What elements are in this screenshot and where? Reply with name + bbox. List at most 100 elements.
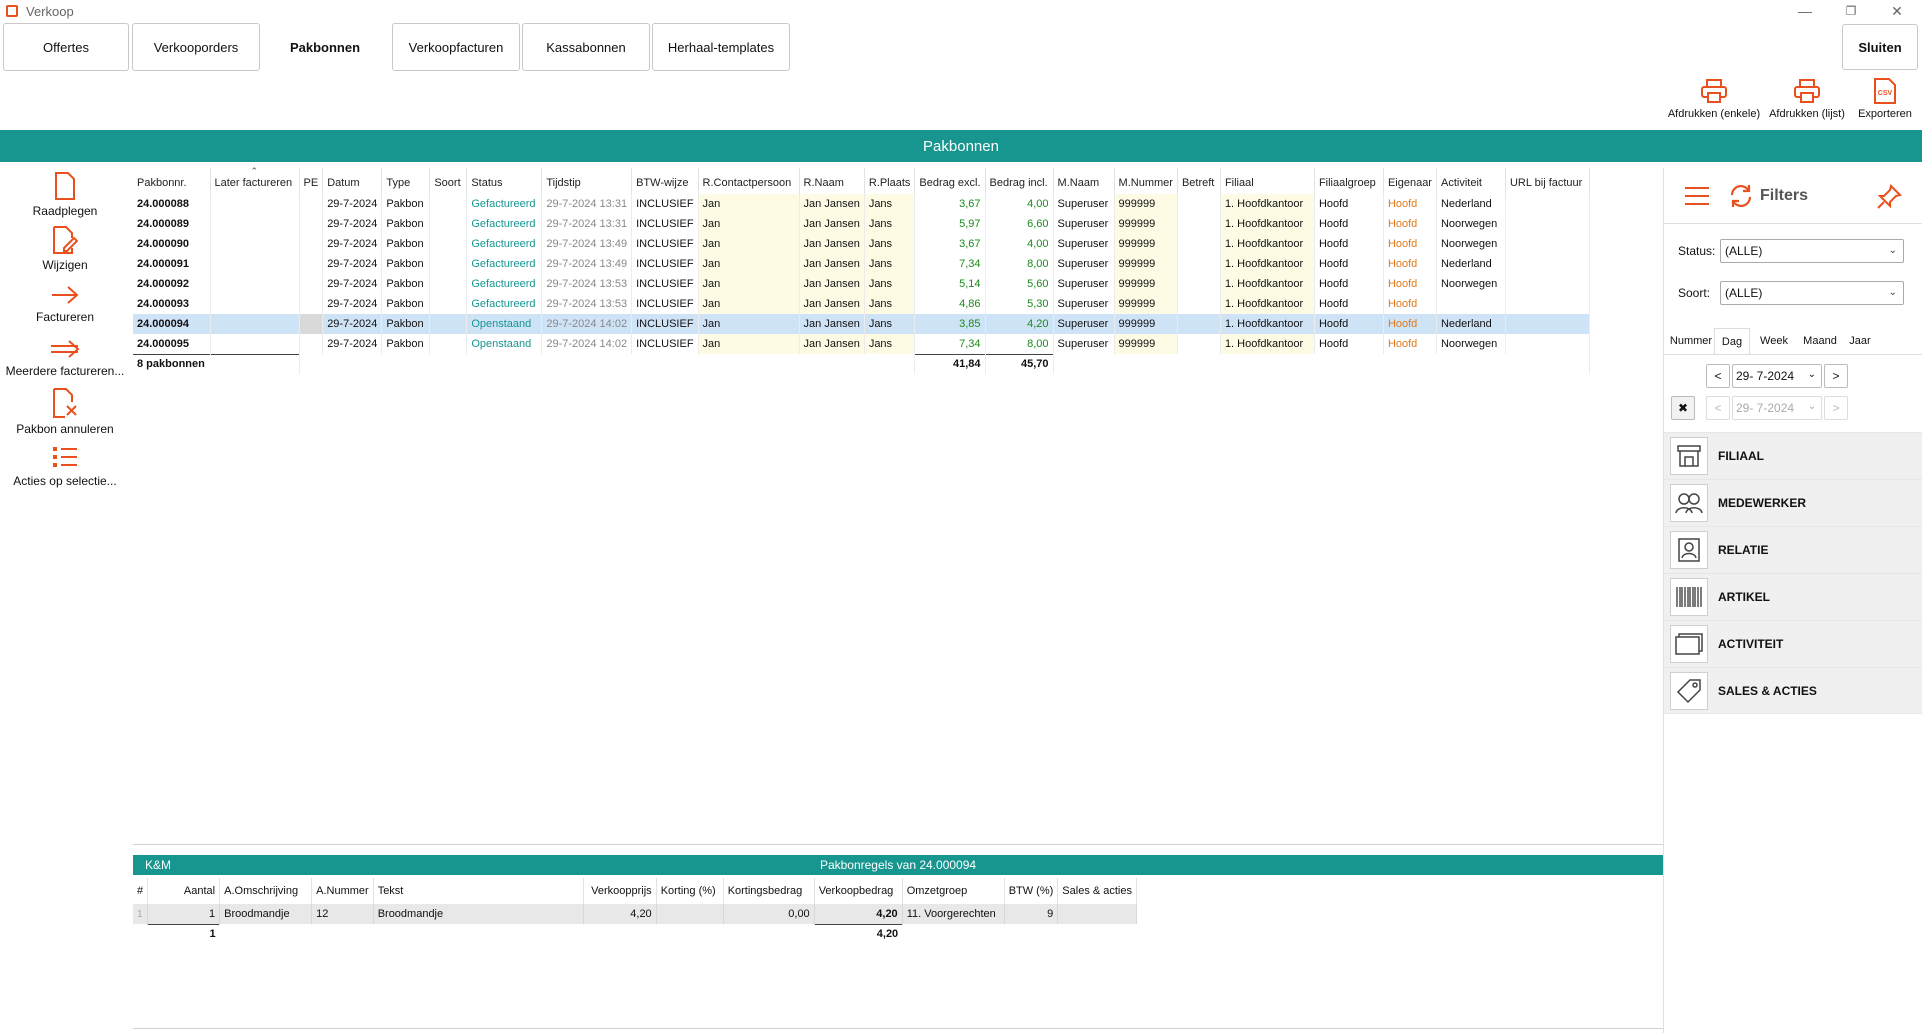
section-activiteit[interactable]: ACTIVITEIT (1664, 620, 1922, 667)
close-window-icon[interactable]: ✕ (1874, 0, 1920, 22)
cell-r-contactpersoon: Jan (698, 254, 800, 274)
chevron-down-icon: ⌄ (1888, 245, 1897, 256)
col-a-nummer[interactable]: A.Nummer (311, 878, 374, 904)
invoice-multiple-action[interactable]: Meerdere factureren... (0, 338, 130, 378)
table-row[interactable]: 24.000094 29-7-2024 Pakbon Openstaand 29-7-2… (133, 314, 1590, 334)
col-kortingsbedrag[interactable]: Kortingsbedrag (723, 878, 815, 904)
col-m-naam[interactable]: M.Naam (1053, 168, 1115, 194)
tab-kassabonnen[interactable]: Kassabonnen (522, 23, 650, 71)
date-next-button[interactable]: > (1824, 364, 1848, 388)
selection-actions[interactable]: Acties op selectie... (0, 444, 130, 488)
table-row[interactable]: 24.000088 29-7-2024 Pakbon Gefactureerd 29-7… (133, 194, 1590, 214)
col-omzetgroep[interactable]: Omzetgroep (902, 878, 1005, 904)
restore-icon[interactable]: ❐ (1828, 0, 1874, 22)
col-datum[interactable]: Datum (322, 168, 383, 194)
tab-herhaal-templates[interactable]: Herhaal-templates (652, 23, 790, 71)
section-relatie[interactable]: RELATIE (1664, 526, 1922, 573)
col-r-contactpersoon[interactable]: R.Contactpersoon (698, 168, 800, 194)
export-button[interactable]: CSV Exporteren (1852, 78, 1918, 128)
table-row[interactable]: 24.000089 29-7-2024 Pakbon Gefactureerd 29-7… (133, 214, 1590, 234)
table-row[interactable]: 24.000092 29-7-2024 Pakbon Gefactureerd 29-7… (133, 274, 1590, 294)
col-aantal[interactable]: Aantal (147, 878, 221, 904)
col-tekst[interactable]: Tekst (373, 878, 584, 904)
view-action[interactable]: Raadplegen (0, 172, 130, 218)
lines-footer-row: 1 4,20 (133, 923, 1137, 944)
cell-type: Pakbon (381, 214, 431, 234)
col-eigenaar[interactable]: Eigenaar (1383, 168, 1437, 194)
col-betreft[interactable]: Betreft (1177, 168, 1221, 194)
col-line-nr[interactable]: # (133, 878, 149, 904)
col-pe[interactable]: PE (299, 168, 324, 194)
clear-date-icon[interactable]: ✖ (1671, 396, 1695, 420)
close-button[interactable]: Sluiten (1842, 24, 1918, 70)
cell-status: Gefactureerd (466, 294, 543, 314)
print-list-button[interactable]: Afdrukken (lijst) (1762, 78, 1852, 128)
cancel-packing-slip-action[interactable]: Pakbon annuleren (0, 388, 130, 436)
col-bedrag-excl[interactable]: Bedrag excl. (914, 168, 986, 194)
cell-status: Gefactureerd (466, 214, 543, 234)
col-sales-acties[interactable]: Sales & acties (1057, 878, 1137, 904)
col-verkoopprijs[interactable]: Verkoopprijs (583, 878, 657, 904)
col-later-factureren[interactable]: ⌃ Later factureren (210, 166, 300, 194)
tab-verkooporders[interactable]: Verkooporders (132, 23, 260, 71)
invoice-action[interactable]: Factureren (0, 284, 130, 324)
col-status[interactable]: Status (466, 168, 543, 194)
col-pakbonnr[interactable]: Pakbonnr. (133, 168, 211, 194)
tab-verkoopfacturen[interactable]: Verkoopfacturen (392, 23, 520, 71)
table-row[interactable]: 24.000090 29-7-2024 Pakbon Gefactureerd 29-7… (133, 234, 1590, 254)
cell-m-naam: Superuser (1053, 234, 1115, 254)
title-bar: Verkoop (0, 0, 1922, 22)
col-r-naam[interactable]: R.Naam (799, 168, 865, 194)
col-r-plaats[interactable]: R.Plaats (864, 168, 916, 194)
cell-m-naam: Superuser (1053, 334, 1115, 354)
table-row[interactable]: 24.000091 29-7-2024 Pakbon Gefactureerd 29-7… (133, 254, 1590, 274)
tab-pakbonnen[interactable]: Pakbonnen (264, 23, 386, 71)
section-filiaal[interactable]: FILIAAL (1664, 432, 1922, 479)
col-a-omschrijving[interactable]: A.Omschrijving (219, 878, 313, 904)
col-m-nummer[interactable]: M.Nummer (1114, 168, 1178, 194)
date-tab-jaar[interactable]: Jaar (1842, 328, 1878, 354)
date-tab-dag[interactable]: Dag (1714, 328, 1750, 354)
col-type[interactable]: Type (381, 168, 431, 194)
col-filiaal[interactable]: Filiaal (1220, 168, 1315, 194)
date-tab-nummer[interactable]: Nummer (1668, 328, 1714, 354)
section-artikel[interactable]: ARTIKEL (1664, 573, 1922, 620)
col-filiaalgroep[interactable]: Filiaalgroep (1314, 168, 1384, 194)
minimize-icon[interactable]: — (1782, 0, 1828, 22)
table-row[interactable]: 24.000095 29-7-2024 Pakbon Openstaand 29-7-2… (133, 334, 1590, 354)
col-btw[interactable]: BTW (%) (1004, 878, 1059, 904)
table-row[interactable]: 24.000093 29-7-2024 Pakbon Gefactureerd 29-7… (133, 294, 1590, 314)
line-row[interactable]: 1 1 Broodmandje 12 Broodmandje 4,20 0,00… (133, 904, 1137, 924)
date-tab-maand[interactable]: Maand (1798, 328, 1842, 354)
cell-betreft (1177, 214, 1221, 234)
cell-soort (429, 294, 468, 314)
cell-type: Pakbon (381, 314, 431, 334)
tab-offertes[interactable]: Offertes (3, 23, 129, 71)
pin-icon[interactable] (1876, 184, 1902, 210)
refresh-icon[interactable] (1728, 183, 1754, 209)
line-aantal: 1 (147, 904, 221, 924)
date-prev-button[interactable]: < (1706, 364, 1730, 388)
cell-betreft (1177, 334, 1221, 354)
edit-action[interactable]: Wijzigen (0, 226, 130, 272)
col-bedrag-incl[interactable]: Bedrag incl. (985, 168, 1054, 194)
packing-slip-grid: Pakbonnr. ⌃ Later factureren PE Datum Typ… (133, 166, 1663, 845)
section-sales-acties[interactable]: SALES & ACTIES (1664, 667, 1922, 714)
cell-bedrag-excl: 5,14 (914, 274, 986, 294)
col-verkoopbedrag[interactable]: Verkoopbedrag (814, 878, 903, 904)
print-single-button[interactable]: Afdrukken (enkele) (1664, 78, 1764, 128)
col-soort[interactable]: Soort (429, 168, 468, 194)
status-filter-select[interactable]: (ALLE) ⌄ (1720, 239, 1904, 263)
date-from-field[interactable]: 29- 7-2024 ⌄ (1732, 364, 1822, 388)
col-korting[interactable]: Korting (%) (656, 878, 724, 904)
packing-slip-table: Pakbonnr. ⌃ Later factureren PE Datum Typ… (133, 166, 1590, 374)
date-to-prev-button: < (1706, 396, 1730, 420)
col-activiteit[interactable]: Activiteit (1436, 168, 1506, 194)
date-tab-week[interactable]: Week (1752, 328, 1796, 354)
col-btw-wijze[interactable]: BTW-wijze (631, 168, 699, 194)
section-medewerker[interactable]: MEDEWERKER (1664, 479, 1922, 526)
col-tijdstip[interactable]: Tijdstip (541, 168, 633, 194)
hamburger-menu-icon[interactable] (1684, 186, 1710, 206)
soort-filter-select[interactable]: (ALLE) ⌄ (1720, 281, 1904, 305)
col-url-bij-factuur[interactable]: URL bij factuur (1505, 168, 1590, 194)
